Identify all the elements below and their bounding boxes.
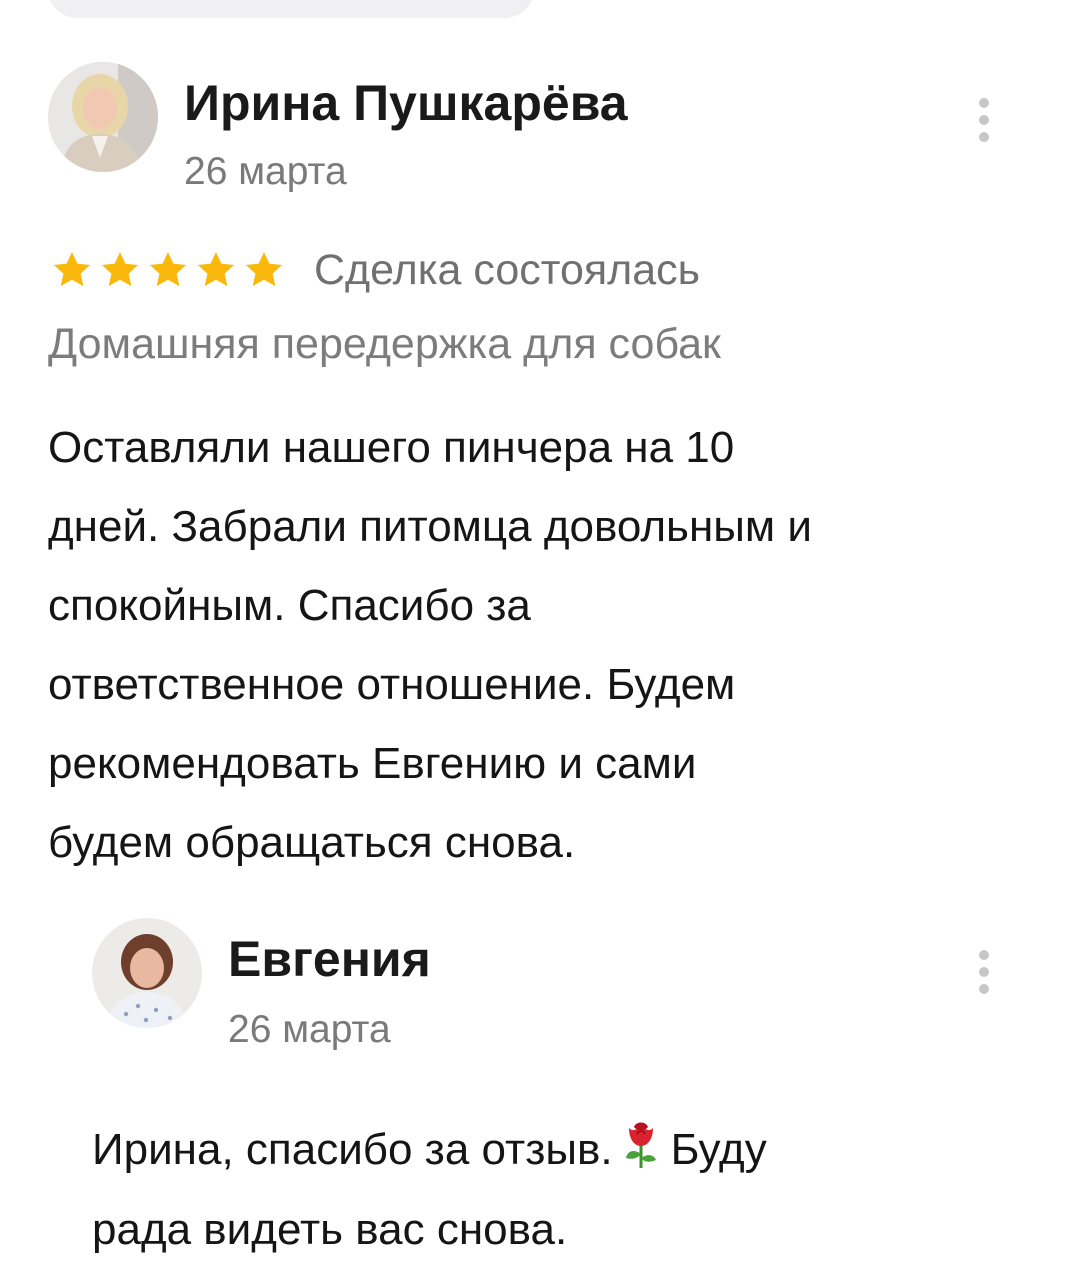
review-text-line: спокойным. Спасибо за xyxy=(48,581,531,630)
reply-text-line: рада видеть вас снова. xyxy=(92,1205,568,1254)
star-icon xyxy=(53,251,91,287)
review-date: 26 марта xyxy=(184,150,347,193)
service-name: Домашняя передержка для собак xyxy=(48,320,721,368)
star-icon xyxy=(245,251,283,287)
reply-text-part: Ирина, спасибо за отзыв. xyxy=(92,1125,613,1174)
author-name[interactable]: Евгения xyxy=(228,930,431,988)
rose-emoji-icon xyxy=(625,1122,656,1168)
review-text-line: ответственное отношение. Будем xyxy=(48,660,736,709)
deal-status: Сделка состоялась xyxy=(314,245,701,294)
avatar[interactable] xyxy=(48,62,158,172)
review-text-line: будем обращаться снова. xyxy=(48,818,576,867)
more-options-button[interactable] xyxy=(970,942,998,1002)
star-icon xyxy=(101,251,139,287)
reply-text-part: Буду xyxy=(670,1125,767,1174)
rating-row: Сделка состоялась xyxy=(48,240,700,300)
reply-date: 26 марта xyxy=(228,1008,391,1051)
author-name[interactable]: Ирина Пушкарёва xyxy=(184,74,628,132)
top-search-pill[interactable] xyxy=(48,0,534,18)
review-text: Оставляли нашего пинчера на 10 дней. Заб… xyxy=(48,408,1032,882)
dot-icon xyxy=(979,984,989,994)
reply-text-line: Ирина, спасибо за отзыв. Буду xyxy=(92,1110,992,1190)
review-text-line: Оставляли нашего пинчера на 10 xyxy=(48,423,735,472)
reply-text: Ирина, спасибо за отзыв. Буду рада видет… xyxy=(92,1110,992,1270)
dot-icon xyxy=(979,98,989,108)
avatar[interactable] xyxy=(92,918,202,1028)
more-options-button[interactable] xyxy=(970,90,998,150)
dot-icon xyxy=(979,115,989,125)
dot-icon xyxy=(979,132,989,142)
star-icon xyxy=(197,251,235,287)
review-text-line: дней. Забрали питомца довольным и xyxy=(48,502,812,551)
star-icon xyxy=(149,251,187,287)
review-text-line: рекомендовать Евгению и сами xyxy=(48,739,697,788)
dot-icon xyxy=(979,950,989,960)
dot-icon xyxy=(979,967,989,977)
star-rating xyxy=(48,247,288,293)
